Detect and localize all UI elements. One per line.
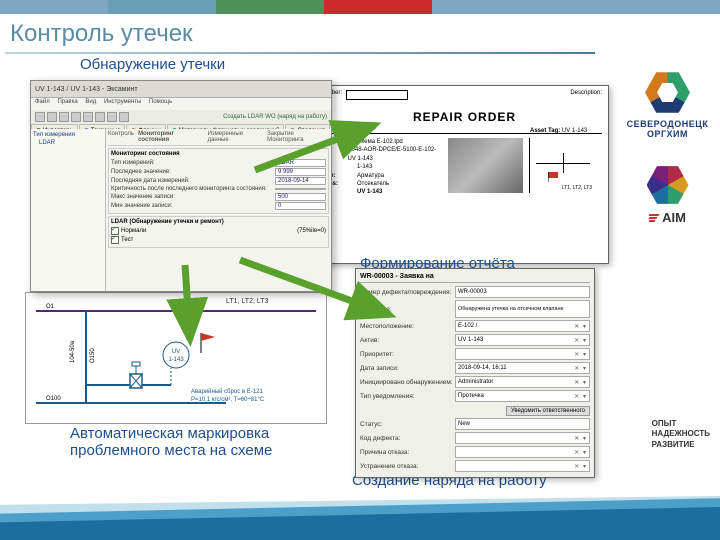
aim-block: AIM bbox=[625, 164, 710, 225]
toolbar-icon[interactable] bbox=[71, 112, 81, 122]
itab-control[interactable]: Контроль bbox=[108, 131, 134, 143]
menu-edit[interactable]: Правка bbox=[57, 99, 77, 105]
doc-title: REPAIR ORDER bbox=[327, 104, 602, 129]
field-crit[interactable] bbox=[275, 188, 326, 190]
menu-help[interactable]: Помощь bbox=[149, 99, 172, 105]
menu-file[interactable]: Файл bbox=[35, 99, 50, 105]
window-title: UV 1-143 / UV 1-143 - Эксаминт bbox=[35, 86, 138, 93]
checkbox-icon[interactable] bbox=[111, 236, 119, 244]
aim-bars-icon bbox=[649, 214, 659, 222]
group-title: Мониторинг состояния bbox=[111, 151, 326, 157]
wo-title: WR-00003 - Заявка на bbox=[360, 273, 590, 283]
orghim-logo-icon bbox=[645, 70, 690, 115]
wo-priority[interactable]: ✕ ▾ bbox=[455, 348, 590, 360]
check-test[interactable]: Тест bbox=[111, 236, 326, 244]
tree-item-ldar[interactable]: LDAR bbox=[33, 139, 103, 147]
toolbar: Создать LDAR WO (наряд на работу) bbox=[31, 110, 331, 124]
wo-desc[interactable]: Обнаружена утечка на отсечном клапане bbox=[455, 300, 590, 318]
monitoring-group: Мониторинг состояния Тип измерений:LDAR … bbox=[108, 148, 329, 214]
work-order-form: WR-00003 - Заявка на Номер дефекта/повре… bbox=[355, 268, 595, 478]
svg-text:О100: О100 bbox=[46, 396, 61, 402]
wo-code[interactable]: ✕ ▾ bbox=[455, 432, 590, 444]
aim-label: AIM bbox=[625, 210, 710, 225]
wo-date[interactable]: 2018-09-14, 16:11✕ ▾ bbox=[455, 362, 590, 374]
itab-close[interactable]: Закрытие Мониторинга bbox=[267, 131, 329, 143]
svg-text:UV: UV bbox=[172, 349, 180, 355]
toolbar-icon[interactable] bbox=[95, 112, 105, 122]
menu-tools[interactable]: Инструменты bbox=[104, 99, 141, 105]
caption-mark: Автоматическая маркировка проблемного ме… bbox=[70, 425, 320, 459]
itab-measured[interactable]: Измеренные данные bbox=[208, 131, 264, 143]
caption-detect: Обнаружение утечки bbox=[80, 56, 225, 73]
wo-loc[interactable]: Е-102 /✕ ▾ bbox=[455, 320, 590, 332]
top-color-band bbox=[0, 0, 720, 14]
ldar-title: LDAR (Обнаружение утечки и ремонт) bbox=[111, 219, 326, 225]
field-lastdate[interactable]: 2018-09-14 bbox=[275, 177, 326, 185]
toolbar-icon[interactable] bbox=[119, 112, 129, 122]
wo-fix[interactable]: ✕ ▾ bbox=[455, 460, 590, 472]
wo-asset[interactable]: UV 1-143✕ ▾ bbox=[455, 334, 590, 346]
svg-text:1-143: 1-143 bbox=[168, 357, 184, 363]
field-type[interactable]: LDAR bbox=[275, 159, 326, 167]
wo-init[interactable]: Administrator✕ ▾ bbox=[455, 376, 590, 388]
field-lastval[interactable]: 9 999 bbox=[275, 168, 326, 176]
wo-type[interactable]: Протечка✕ ▾ bbox=[455, 390, 590, 402]
menubar[interactable]: Файл Правка Вид Инструменты Помощь bbox=[31, 98, 331, 110]
toolbar-icon[interactable] bbox=[47, 112, 57, 122]
check-normal[interactable]: Нормали(75%ile=0) bbox=[111, 227, 326, 235]
ldar-group: LDAR (Обнаружение утечки и ремонт) Норма… bbox=[108, 216, 329, 248]
scheme-top-label: LT1, LT2, LT3 bbox=[226, 298, 269, 305]
bottom-band bbox=[0, 496, 720, 540]
create-wo-button[interactable]: Создать LDAR WO (наряд на работу) bbox=[223, 114, 327, 120]
asset-sketch: Asset Tag: UV 1-143 LT1, LT2, LT3 bbox=[529, 138, 594, 193]
toolbar-icon[interactable] bbox=[83, 112, 93, 122]
asset-photo bbox=[448, 138, 523, 193]
detection-window: UV 1-143 / UV 1-143 - Эксаминт Файл Прав… bbox=[30, 80, 332, 292]
toolbar-icon[interactable] bbox=[35, 112, 45, 122]
tree-sidebar: Тип измерения LDAR bbox=[31, 129, 106, 291]
toolbar-icon[interactable] bbox=[107, 112, 117, 122]
flag-icon bbox=[548, 172, 558, 182]
field-min[interactable]: 0 bbox=[275, 202, 326, 210]
desc-label: Description: bbox=[570, 90, 602, 96]
flag-icon bbox=[201, 333, 215, 353]
brand-sidebar: СЕВЕРОДОНЕЦК ОРГХИМ AIM bbox=[625, 70, 710, 225]
svg-text:О150: О150 bbox=[90, 348, 96, 363]
brand-name: СЕВЕРОДОНЕЦК ОРГХИМ bbox=[625, 119, 710, 139]
order-no-input[interactable] bbox=[346, 90, 408, 100]
svg-text:Аварийный сброс в Е-121: Аварийный сброс в Е-121 bbox=[191, 388, 263, 395]
aim-text: AIM bbox=[662, 210, 686, 225]
tagline: ОПЫТ НАДЕЖНОСТЬ РАЗВИТИЕ bbox=[652, 419, 710, 450]
toolbar-icon[interactable] bbox=[59, 112, 69, 122]
aim-hex-icon bbox=[647, 164, 689, 206]
inner-tabs: Контроль Мониторинг состояния Измеренные… bbox=[108, 131, 329, 146]
field-max[interactable]: 500 bbox=[275, 193, 326, 201]
title-underline bbox=[5, 52, 595, 54]
wo-number[interactable]: WR-00003 bbox=[455, 286, 590, 298]
wo-status[interactable]: New bbox=[455, 418, 590, 430]
main-panel: Контроль Мониторинг состояния Измеренные… bbox=[106, 129, 331, 291]
window-titlebar[interactable]: UV 1-143 / UV 1-143 - Эксаминт bbox=[31, 81, 331, 98]
svg-text:104-50а: 104-50а bbox=[70, 340, 76, 363]
pid-scheme: LT1, LT2, LT3 О1 О100 104-50а О150 UV 1-… bbox=[25, 292, 327, 424]
svg-text:Р=10,1 кгс/см², Т=60÷81°С: Р=10,1 кгс/см², Т=60÷81°С bbox=[191, 397, 265, 403]
notify-button[interactable]: Уведомить ответственного bbox=[506, 406, 590, 416]
slide-title: Контроль утечек bbox=[10, 20, 193, 48]
wo-reason[interactable]: ✕ ▾ bbox=[455, 446, 590, 458]
menu-view[interactable]: Вид bbox=[85, 99, 96, 105]
repair-order-document: Order Number: Description: REPAIR ORDER … bbox=[295, 85, 609, 264]
tree-header: Тип измерения bbox=[33, 131, 103, 139]
itab-monitor[interactable]: Мониторинг состояния bbox=[138, 131, 204, 143]
svg-text:О1: О1 bbox=[46, 304, 55, 310]
